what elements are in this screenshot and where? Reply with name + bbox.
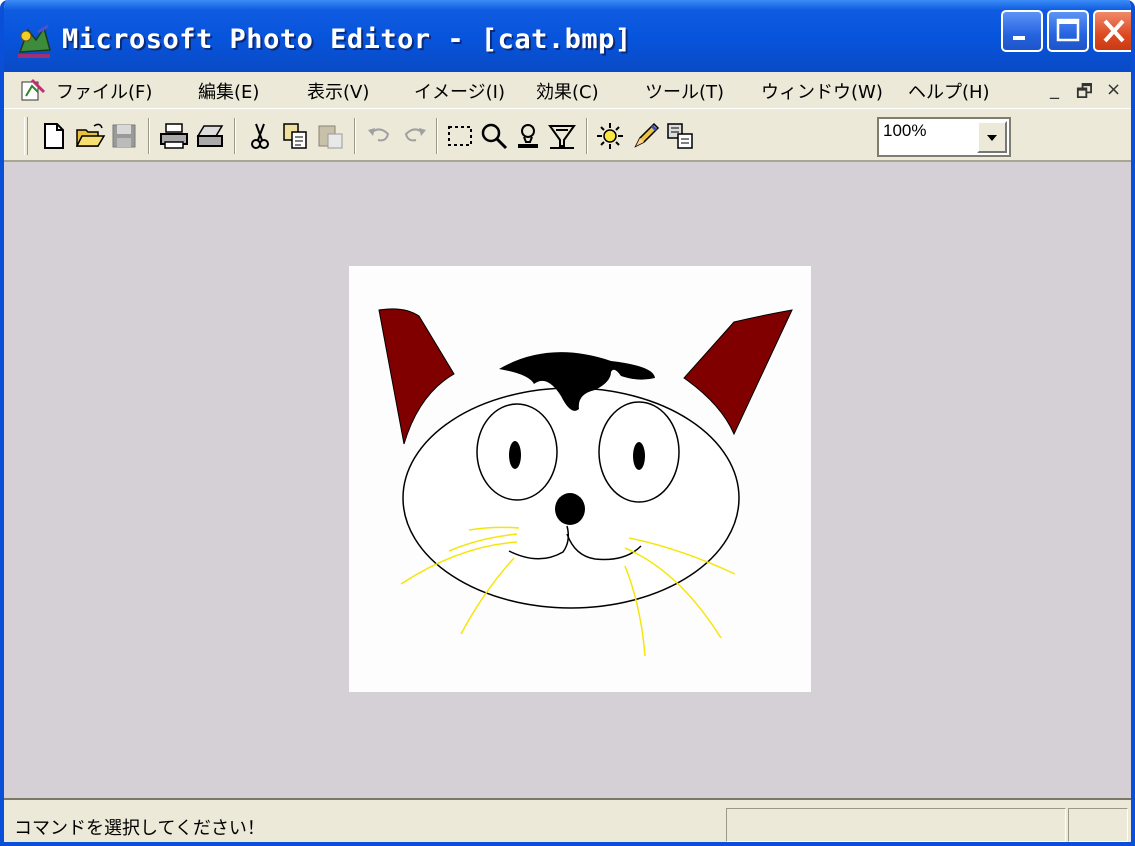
scan-button[interactable] bbox=[194, 120, 226, 152]
menu-bar: ファイル(F) 編集(E) 表示(V) イメージ(I) 効果(C) ツール(T)… bbox=[4, 72, 1131, 108]
app-window: Microsoft Photo Editor - [cat.bmp] ファイル(… bbox=[0, 0, 1135, 846]
toolbar: 100% bbox=[4, 108, 1131, 162]
toolbar-grip[interactable] bbox=[24, 117, 28, 155]
workspace[interactable] bbox=[4, 162, 1131, 798]
status-pane-info bbox=[726, 808, 1066, 842]
open-folder-icon bbox=[75, 123, 106, 147]
zoom-button[interactable] bbox=[478, 120, 510, 152]
menu-edit[interactable]: 編集(E) bbox=[198, 78, 259, 104]
mdi-minimize-button[interactable]: _ bbox=[1050, 79, 1059, 100]
toolbar-separator bbox=[586, 118, 588, 154]
redo-icon bbox=[404, 128, 426, 142]
save-button[interactable] bbox=[108, 120, 140, 152]
zoom-value: 100% bbox=[883, 121, 927, 140]
sun-icon bbox=[597, 123, 623, 149]
smudge-button[interactable] bbox=[546, 120, 578, 152]
undo-icon bbox=[368, 128, 390, 142]
copy-icon bbox=[283, 123, 307, 149]
new-button[interactable] bbox=[38, 120, 70, 152]
select-button[interactable] bbox=[444, 120, 476, 152]
mdi-restore-button[interactable]: 🗗 bbox=[1076, 79, 1093, 109]
redo-button[interactable] bbox=[398, 120, 430, 152]
new-file-icon bbox=[44, 123, 64, 149]
chevron-down-icon bbox=[987, 135, 997, 141]
open-button[interactable] bbox=[74, 120, 106, 152]
minimize-icon bbox=[1013, 36, 1025, 40]
maximize-button[interactable] bbox=[1047, 10, 1089, 52]
toolbar-separator bbox=[436, 118, 438, 154]
menu-image[interactable]: イメージ(I) bbox=[414, 78, 505, 104]
toolbar-separator bbox=[354, 118, 356, 154]
image-canvas[interactable] bbox=[349, 266, 811, 692]
menu-effects[interactable]: 効果(C) bbox=[536, 78, 599, 104]
status-bar: コマンドを選択してください！ bbox=[4, 798, 1131, 842]
document-icon[interactable] bbox=[18, 76, 46, 104]
status-pane-resize bbox=[1068, 808, 1128, 842]
close-icon bbox=[1103, 19, 1125, 43]
menu-view[interactable]: 表示(V) bbox=[307, 78, 369, 104]
minimize-button[interactable] bbox=[1001, 10, 1043, 52]
rectangle-select-icon bbox=[448, 126, 472, 146]
cat-drawing[interactable] bbox=[349, 266, 811, 692]
window-title: Microsoft Photo Editor - [cat.bmp] bbox=[62, 24, 632, 55]
grid-resize-icon bbox=[667, 123, 693, 149]
status-text: コマンドを選択してください！ bbox=[14, 818, 265, 839]
scissors-icon bbox=[251, 123, 269, 149]
touch-up-button[interactable] bbox=[630, 120, 662, 152]
set-transparent-button[interactable] bbox=[512, 120, 544, 152]
resize-button[interactable] bbox=[664, 120, 696, 152]
maximize-icon bbox=[1056, 18, 1080, 42]
printer-icon bbox=[160, 123, 188, 149]
toolbar-separator bbox=[234, 118, 236, 154]
zoom-dropdown-button[interactable] bbox=[977, 121, 1007, 153]
pencil-icon bbox=[634, 122, 660, 148]
copy-button[interactable] bbox=[280, 120, 312, 152]
stamp-icon bbox=[518, 124, 538, 148]
undo-button[interactable] bbox=[364, 120, 396, 152]
toolbar-separator bbox=[148, 118, 150, 154]
paste-icon bbox=[318, 125, 343, 149]
magnifier-icon bbox=[481, 123, 508, 150]
cut-button[interactable] bbox=[244, 120, 276, 152]
funnel-icon bbox=[548, 125, 576, 149]
auto-balance-button[interactable] bbox=[594, 120, 626, 152]
scanner-icon bbox=[196, 125, 224, 147]
menu-tools[interactable]: ツール(T) bbox=[645, 78, 724, 104]
photo-editor-app-icon bbox=[18, 24, 51, 58]
zoom-select[interactable]: 100% bbox=[877, 117, 1011, 157]
save-disk-icon bbox=[112, 124, 136, 148]
paste-button[interactable] bbox=[314, 120, 346, 152]
menu-file[interactable]: ファイル(F) bbox=[56, 78, 152, 104]
print-button[interactable] bbox=[158, 120, 190, 152]
close-button[interactable] bbox=[1093, 10, 1131, 52]
menu-window[interactable]: ウィンドウ(W) bbox=[761, 78, 883, 104]
mdi-close-button[interactable]: × bbox=[1106, 79, 1121, 100]
menu-help[interactable]: ヘルプ(H) bbox=[908, 78, 990, 104]
